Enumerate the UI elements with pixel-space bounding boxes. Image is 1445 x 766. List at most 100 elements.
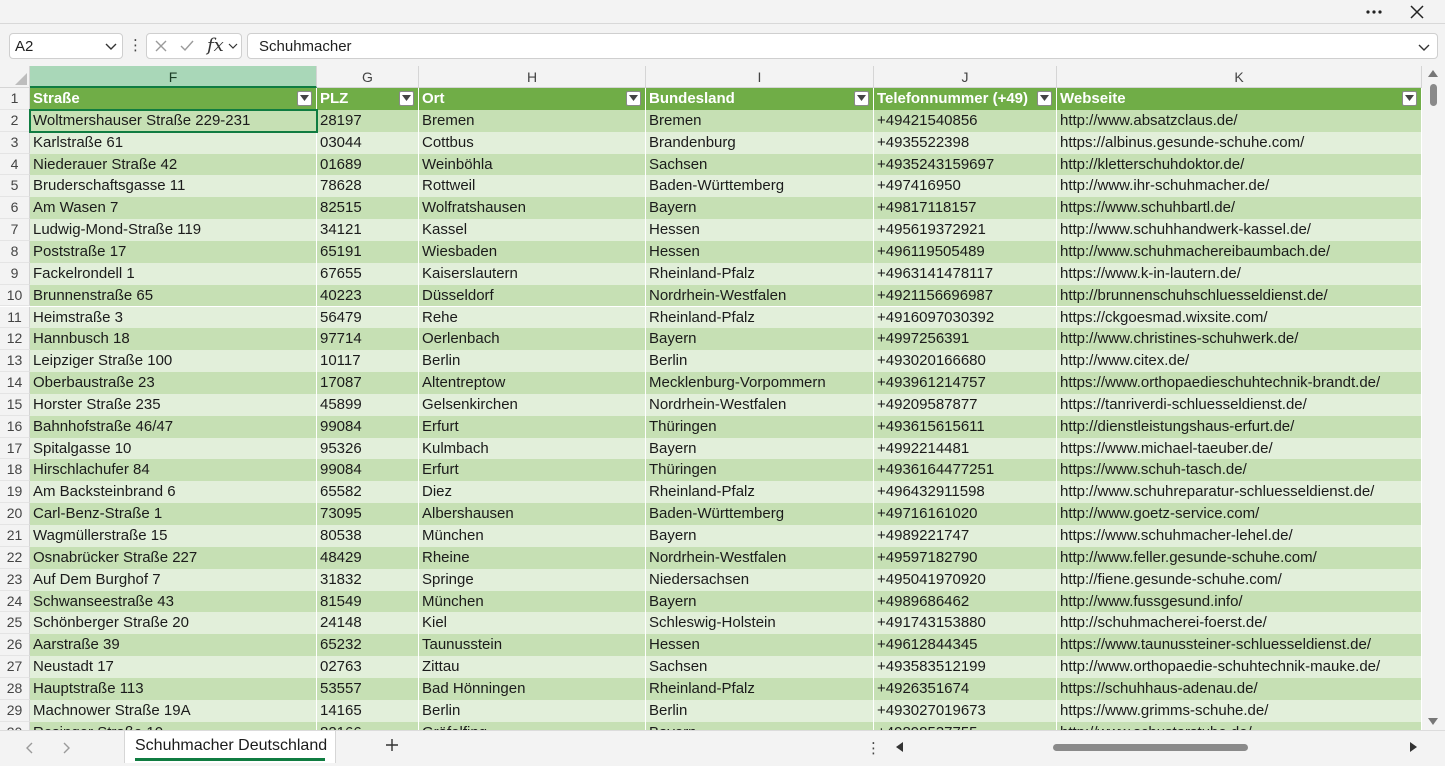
table-cell[interactable]: +493020166680: [874, 350, 1057, 373]
table-cell[interactable]: Niedersachsen: [646, 568, 874, 591]
table-cell[interactable]: 17087: [317, 372, 419, 394]
table-cell[interactable]: 82166: [317, 721, 419, 730]
row-header[interactable]: 24: [0, 590, 30, 613]
filter-dropdown-icon[interactable]: [399, 91, 414, 106]
table-cell[interactable]: Baden-Württemberg: [646, 503, 874, 525]
table-cell[interactable]: 45899: [317, 393, 419, 416]
table-cell[interactable]: +4992214481: [874, 437, 1057, 460]
table-cell[interactable]: Neustadt 17: [30, 656, 317, 678]
table-cell[interactable]: +4916097030392: [874, 306, 1057, 329]
column-header[interactable]: I: [646, 66, 874, 88]
table-cell[interactable]: 24148: [317, 612, 419, 635]
table-cell[interactable]: Brunnenstraße 65: [30, 284, 317, 307]
table-cell[interactable]: +4921156696987: [874, 284, 1057, 307]
table-cell[interactable]: Bayern: [646, 525, 874, 547]
table-cell[interactable]: Kulmbach: [419, 437, 646, 460]
table-cell[interactable]: Bruderschaftsgasse 11: [30, 175, 317, 198]
table-cell[interactable]: Oerlenbach: [419, 328, 646, 351]
table-header-cell[interactable]: Bundesland: [646, 88, 874, 110]
row-header[interactable]: 28: [0, 677, 30, 700]
table-cell[interactable]: München: [419, 590, 646, 613]
table-cell[interactable]: 73095: [317, 503, 419, 525]
table-cell[interactable]: https://www.schuhmacher-lehel.de/: [1057, 525, 1422, 547]
table-cell[interactable]: https://www.grimms-schuhe.de/: [1057, 699, 1422, 722]
table-cell[interactable]: Bad Hönningen: [419, 677, 646, 700]
table-cell[interactable]: Bayern: [646, 721, 874, 730]
table-cell[interactable]: Rheinland-Pfalz: [646, 481, 874, 504]
table-cell[interactable]: 40223: [317, 284, 419, 307]
row-header[interactable]: 17: [0, 437, 30, 460]
row-header[interactable]: 29: [0, 699, 30, 722]
table-cell[interactable]: 34121: [317, 219, 419, 241]
row-header[interactable]: 23: [0, 568, 30, 591]
table-cell[interactable]: http://fiene.gesunde-schuhe.com/: [1057, 568, 1422, 591]
table-cell[interactable]: Berlin: [419, 699, 646, 722]
column-header[interactable]: K: [1057, 66, 1422, 88]
table-cell[interactable]: Rehe: [419, 306, 646, 329]
table-cell[interactable]: +493027019673: [874, 699, 1057, 722]
tab-bar-splitter-icon[interactable]: ⋮: [866, 739, 881, 757]
row-header[interactable]: 25: [0, 612, 30, 635]
add-sheet-button[interactable]: [382, 737, 402, 757]
select-all-corner[interactable]: [0, 66, 30, 88]
table-cell[interactable]: Sachsen: [646, 153, 874, 176]
table-cell[interactable]: Machnower Straße 19A: [30, 699, 317, 722]
scroll-left-icon[interactable]: [896, 742, 903, 752]
close-button[interactable]: [1397, 0, 1437, 24]
table-cell[interactable]: 02763: [317, 656, 419, 678]
table-cell[interactable]: 80538: [317, 525, 419, 547]
table-cell[interactable]: Weinböhla: [419, 153, 646, 176]
table-cell[interactable]: Karlstraße 61: [30, 131, 317, 154]
row-header[interactable]: 19: [0, 481, 30, 504]
row-header[interactable]: 27: [0, 656, 30, 678]
row-header[interactable]: 3: [0, 131, 30, 154]
table-cell[interactable]: +49898537755: [874, 721, 1057, 730]
table-cell[interactable]: Wiesbaden: [419, 240, 646, 263]
table-cell[interactable]: Leipziger Straße 100: [30, 350, 317, 373]
table-cell[interactable]: Rottweil: [419, 175, 646, 198]
row-header[interactable]: 9: [0, 262, 30, 285]
table-cell[interactable]: 28197: [317, 109, 419, 132]
table-cell[interactable]: Hauptstraße 113: [30, 677, 317, 700]
table-cell[interactable]: 65582: [317, 481, 419, 504]
table-cell[interactable]: Horster Straße 235: [30, 393, 317, 416]
table-cell[interactable]: https://albinus.gesunde-schuhe.com/: [1057, 131, 1422, 154]
formula-bar-options-icon[interactable]: ⋮: [128, 36, 143, 56]
chevron-down-icon[interactable]: [104, 39, 118, 53]
column-header[interactable]: H: [419, 66, 646, 88]
table-cell[interactable]: Berlin: [646, 350, 874, 373]
table-cell[interactable]: Auf Dem Burghof 7: [30, 568, 317, 591]
table-cell[interactable]: http://www.schuhmachereibaumbach.de/: [1057, 240, 1422, 263]
filter-dropdown-icon[interactable]: [1402, 91, 1417, 106]
filter-dropdown-icon[interactable]: [297, 91, 312, 106]
previous-sheet-icon[interactable]: [22, 740, 38, 756]
table-cell[interactable]: Berlin: [419, 350, 646, 373]
column-header[interactable]: J: [874, 66, 1057, 88]
table-cell[interactable]: 10117: [317, 350, 419, 373]
table-cell[interactable]: +4935522398: [874, 131, 1057, 154]
table-cell[interactable]: http://www.orthopaedie-schuhtechnik-mauk…: [1057, 656, 1422, 678]
table-cell[interactable]: +493615615611: [874, 415, 1057, 438]
table-cell[interactable]: http://www.goetz-service.com/: [1057, 503, 1422, 525]
table-cell[interactable]: https://ckgoesmad.wixsite.com/: [1057, 306, 1422, 329]
table-cell[interactable]: Gelsenkirchen: [419, 393, 646, 416]
row-header[interactable]: 12: [0, 328, 30, 351]
insert-function-button[interactable]: fx: [207, 35, 224, 56]
table-cell[interactable]: Am Wasen 7: [30, 197, 317, 220]
table-cell[interactable]: https://www.schuh-tasch.de/: [1057, 459, 1422, 482]
table-cell[interactable]: https://www.schuhbartl.de/: [1057, 197, 1422, 220]
row-header[interactable]: 13: [0, 350, 30, 373]
table-cell[interactable]: Hessen: [646, 634, 874, 657]
row-header[interactable]: 10: [0, 284, 30, 307]
table-cell[interactable]: Bayern: [646, 437, 874, 460]
table-cell[interactable]: https://www.orthopaedieschuhtechnik-bran…: [1057, 372, 1422, 394]
table-cell[interactable]: Baden-Württemberg: [646, 175, 874, 198]
table-header-cell[interactable]: Webseite: [1057, 88, 1422, 110]
table-header-cell[interactable]: Telefonnummer (+49): [874, 88, 1057, 110]
row-header[interactable]: 6: [0, 197, 30, 220]
table-cell[interactable]: Hessen: [646, 240, 874, 263]
table-cell[interactable]: Rosinger Straße 10: [30, 721, 317, 730]
table-cell[interactable]: Berlin: [646, 699, 874, 722]
checkmark-icon[interactable]: [179, 38, 195, 54]
row-header[interactable]: 2: [0, 109, 30, 132]
